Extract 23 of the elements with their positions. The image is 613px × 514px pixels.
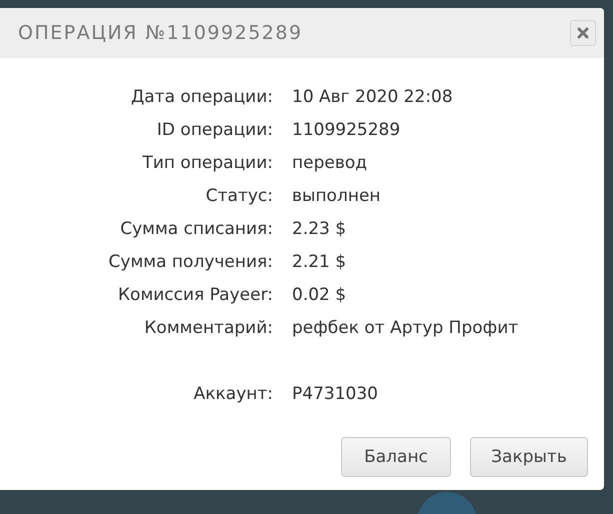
field-label: Сумма получения: [108,251,273,273]
field-label: ID операции: [156,119,273,141]
account-value: P4731030 [292,383,379,405]
balance-button[interactable]: Баланс [341,437,451,477]
field-label: Статус: [204,185,273,207]
close-dialog-button[interactable]: Закрыть [470,437,588,477]
field-value: выполнен [292,185,382,207]
account-label: Аккаунт: [192,383,273,405]
field-label: Комиссия Payeer: [116,284,273,306]
field-value: перевод [292,152,368,174]
field-label: Дата операции: [130,86,273,108]
field-label: Комментарий: [143,317,273,339]
field-label: Сумма списания: [119,218,273,240]
field-value: 2.23 $ [292,218,348,240]
close-icon [577,27,589,39]
field-label: Тип операции: [141,152,273,174]
field-value: 2.21 $ [292,251,348,273]
field-value: 10 Авг 2020 22:08 [292,86,454,108]
close-button[interactable] [570,20,596,46]
field-value: 1109925289 [292,119,402,141]
field-value: рефбек от Артур Профит [292,317,520,339]
field-value: 0.02 $ [292,284,348,306]
dialog-title: ОПЕРАЦИЯ №1109925289 [18,22,303,44]
